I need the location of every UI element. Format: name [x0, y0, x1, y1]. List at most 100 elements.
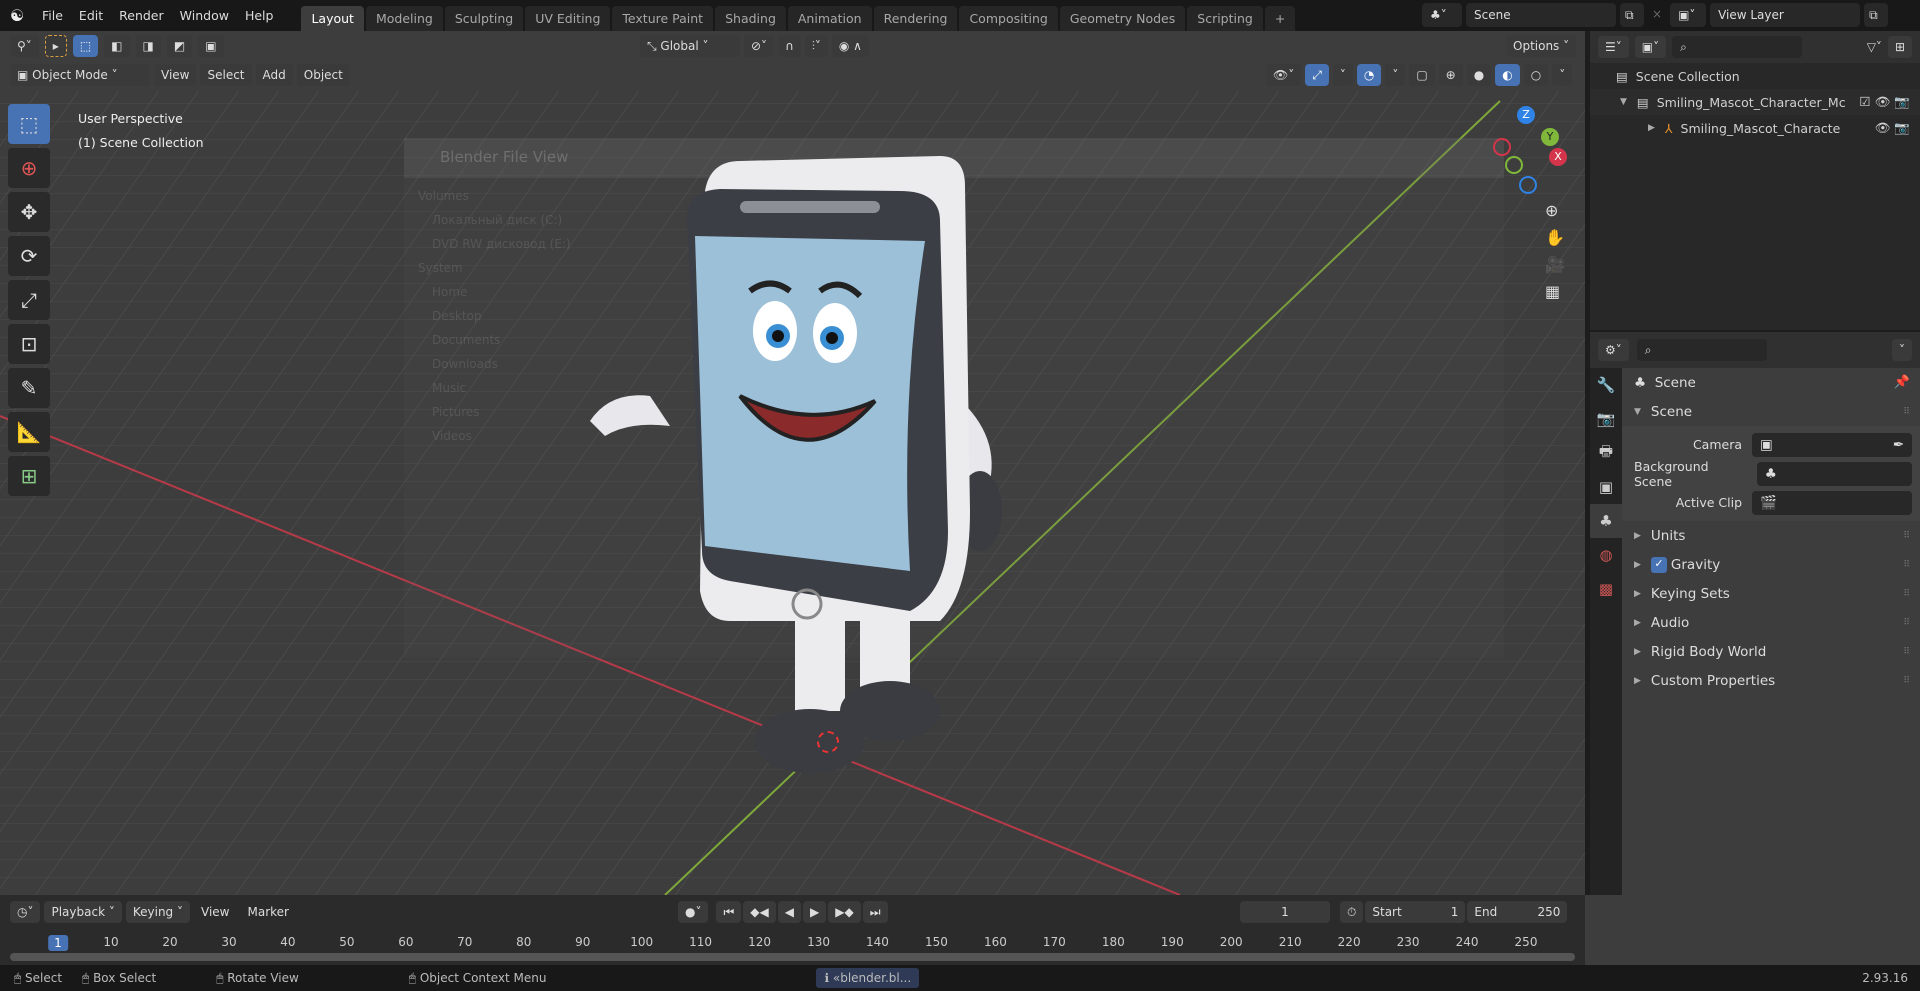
- tab-geometry-nodes[interactable]: Geometry Nodes: [1059, 6, 1186, 31]
- annotate-tool-icon[interactable]: ✎: [8, 368, 50, 408]
- overlay-dropdown-icon[interactable]: ˅: [1385, 64, 1406, 86]
- mode-dropdown[interactable]: ▣ Object Mode ˅: [10, 64, 150, 86]
- visibility-icon[interactable]: 👁˅: [1266, 64, 1302, 86]
- tab-layout[interactable]: Layout: [301, 6, 364, 31]
- tab-modeling[interactable]: Modeling: [365, 6, 443, 31]
- scene-collection-label[interactable]: Scene Collection: [1636, 69, 1740, 84]
- 3d-cursor-icon[interactable]: [817, 731, 839, 753]
- camera-field[interactable]: ▣ ✒: [1752, 432, 1912, 457]
- tab-rendering[interactable]: Rendering: [873, 6, 958, 31]
- properties-search-input[interactable]: ⌕: [1636, 339, 1767, 361]
- add-workspace-button[interactable]: +: [1264, 6, 1296, 31]
- scene-panel-header[interactable]: ▼ Scene ⠿: [1622, 397, 1920, 426]
- select-extend-icon[interactable]: ◧: [104, 35, 130, 57]
- report-message[interactable]: ℹ «blender.bl...: [816, 968, 920, 988]
- rotate-tool-icon[interactable]: ⟳: [8, 236, 50, 276]
- select-intersect-icon[interactable]: ▣: [198, 35, 224, 57]
- x-axis-gizmo[interactable]: X: [1549, 148, 1567, 166]
- options-dropdown[interactable]: Options ˅: [1506, 35, 1577, 57]
- properties-options-icon[interactable]: ˅: [1892, 339, 1912, 361]
- outliner-search-input[interactable]: ⌕: [1672, 36, 1803, 58]
- pan-hand-icon[interactable]: ✋: [1545, 228, 1565, 247]
- view-layer-selector-icon[interactable]: ▣˅: [1670, 3, 1707, 27]
- current-frame-indicator[interactable]: 1: [48, 935, 68, 951]
- units-panel[interactable]: ▶ Units ⠿: [1622, 521, 1920, 550]
- filter-icon[interactable]: ▽˅: [1867, 40, 1882, 54]
- new-collection-icon[interactable]: ⊞: [1887, 36, 1912, 58]
- cursor-tool-icon[interactable]: ⊕: [8, 148, 50, 188]
- add-menu[interactable]: Add: [255, 64, 293, 86]
- new-scene-icon[interactable]: ⧉: [1620, 3, 1644, 27]
- menu-help[interactable]: Help: [237, 8, 282, 23]
- delete-scene-icon[interactable]: ×: [1648, 3, 1666, 27]
- select-new-icon[interactable]: ⬚: [72, 35, 99, 57]
- view-layer-tab-icon[interactable]: ▣: [1590, 470, 1622, 504]
- 3d-viewport[interactable]: Blender File View Volumes Локальный диск…: [0, 31, 1585, 895]
- select-tool-icon[interactable]: ▸: [44, 35, 67, 57]
- snap-icon[interactable]: ∩: [778, 35, 801, 57]
- scene-tab-icon[interactable]: ♣: [1590, 504, 1622, 538]
- tab-compositing[interactable]: Compositing: [959, 6, 1058, 31]
- tab-sculpting[interactable]: Sculpting: [444, 6, 524, 31]
- select-menu[interactable]: Select: [200, 64, 252, 86]
- scene-field[interactable]: Scene: [1466, 3, 1616, 27]
- eyedropper-icon[interactable]: ✒: [1893, 437, 1904, 453]
- add-cube-tool-icon[interactable]: ⊞: [8, 456, 50, 496]
- select-box-tool-icon[interactable]: ⬚: [8, 104, 50, 144]
- camera-view-icon[interactable]: 🎥: [1545, 255, 1565, 274]
- object-menu[interactable]: Object: [296, 64, 350, 86]
- menu-file[interactable]: File: [34, 8, 71, 23]
- snap-target-icon[interactable]: ⫶˅: [804, 35, 828, 57]
- gizmo-toggle-icon[interactable]: ⤢: [1305, 64, 1329, 86]
- custom-properties-panel[interactable]: ▶ Custom Properties ⠿: [1622, 666, 1920, 695]
- gravity-panel[interactable]: ▶ ✓ Gravity ⠿: [1622, 550, 1920, 579]
- neg-x-gizmo[interactable]: [1493, 138, 1511, 156]
- outliner-editor-type-icon[interactable]: ☰˅: [1598, 36, 1629, 58]
- world-tab-icon[interactable]: ◍: [1590, 538, 1622, 572]
- timeline-scrollbar[interactable]: [10, 953, 1575, 961]
- tab-scripting[interactable]: Scripting: [1187, 6, 1263, 31]
- solid-shading-icon[interactable]: ●: [1466, 64, 1492, 86]
- neg-y-gizmo[interactable]: [1505, 156, 1523, 174]
- gizmo-dropdown-icon[interactable]: ˅: [1332, 64, 1353, 86]
- select-subtract-icon[interactable]: ◨: [135, 35, 161, 57]
- render-tab-icon[interactable]: 📷: [1590, 402, 1622, 436]
- pin-icon[interactable]: 📌: [1894, 375, 1910, 390]
- move-tool-icon[interactable]: ✥: [8, 192, 50, 232]
- exclude-checkbox-icon[interactable]: ☑ 👁 📷: [1859, 94, 1910, 110]
- select-invert-icon[interactable]: ◩: [166, 35, 193, 57]
- neg-z-gizmo[interactable]: [1519, 176, 1537, 194]
- gravity-checkbox[interactable]: ✓: [1650, 556, 1667, 573]
- navigation-gizmo[interactable]: Z Y X: [1485, 106, 1575, 196]
- measure-tool-icon[interactable]: 📐: [8, 412, 50, 452]
- pivot-point-icon[interactable]: ⊘˅: [744, 35, 775, 57]
- menu-window[interactable]: Window: [172, 8, 237, 23]
- ortho-grid-icon[interactable]: ▦: [1545, 282, 1565, 301]
- view-menu[interactable]: View: [154, 64, 197, 86]
- material-shading-icon[interactable]: ◐: [1495, 64, 1520, 86]
- shading-dropdown-icon[interactable]: ˅: [1552, 64, 1573, 86]
- phone-mascot-model[interactable]: [570, 151, 1050, 801]
- drag-handle-icon[interactable]: ⠿: [1903, 407, 1910, 417]
- blender-logo-icon[interactable]: ☯: [0, 6, 34, 25]
- outliner-row[interactable]: ▶ ⅄ Smiling_Mascot_Characte 👁 📷: [1590, 115, 1920, 141]
- tab-texture-paint[interactable]: Texture Paint: [612, 6, 714, 31]
- overlay-toggle-icon[interactable]: ◔: [1356, 64, 1382, 86]
- menu-edit[interactable]: Edit: [71, 8, 111, 23]
- background-scene-field[interactable]: ♣: [1756, 461, 1912, 486]
- zoom-icon[interactable]: ⊕: [1545, 201, 1565, 220]
- new-view-layer-icon[interactable]: ⧉: [1864, 3, 1889, 27]
- z-axis-gizmo[interactable]: Z: [1517, 106, 1535, 124]
- menu-render[interactable]: Render: [111, 8, 172, 23]
- y-axis-gizmo[interactable]: Y: [1541, 128, 1559, 146]
- visibility-icon[interactable]: 👁 📷: [1875, 120, 1910, 136]
- tab-animation[interactable]: Animation: [787, 6, 872, 31]
- editor-type-icon[interactable]: ⚲˅: [10, 35, 39, 57]
- texture-tab-icon[interactable]: ▩: [1590, 572, 1622, 606]
- output-tab-icon[interactable]: 🖶: [1590, 436, 1622, 470]
- display-mode-icon[interactable]: ▣˅: [1634, 36, 1667, 58]
- properties-editor-type-icon[interactable]: ⚙˅: [1598, 339, 1629, 361]
- transform-orientation-dropdown[interactable]: ⤡ Global ˅: [640, 35, 740, 57]
- tab-uv-editing[interactable]: UV Editing: [525, 6, 611, 31]
- audio-panel[interactable]: ▶ Audio ⠿: [1622, 608, 1920, 637]
